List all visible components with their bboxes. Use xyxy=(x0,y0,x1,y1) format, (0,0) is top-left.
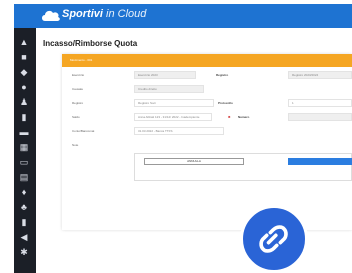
shield-icon[interactable]: ◆ xyxy=(19,67,29,77)
label-protocollo: Protocollo xyxy=(218,101,233,105)
users-icon[interactable]: ♟ xyxy=(19,97,29,107)
panel-header: Movimento - 001 xyxy=(62,54,352,67)
calendar-icon[interactable]: ▦ xyxy=(19,142,29,152)
cancel-button[interactable]: ANNULLA xyxy=(144,158,244,165)
clear-icon[interactable]: ✖ xyxy=(228,115,231,119)
field-esercizio[interactable]: Esercizio 2023 xyxy=(134,71,196,79)
link-icon xyxy=(259,225,288,253)
home-icon[interactable]: ▲ xyxy=(19,37,29,47)
row-esercizio: Esercizio Esercizio 2023 Registro Regist… xyxy=(62,68,352,82)
page-title: Incasso/Rimborse Quota xyxy=(43,39,138,48)
label-causale: Causale xyxy=(72,87,84,91)
bell-icon[interactable]: ♦ xyxy=(19,187,29,197)
select-registro[interactable]: Registro Soci xyxy=(134,99,214,107)
row-saldo: Saldo Anna Abbati 123 - 31/12/ 2022 - In… xyxy=(62,110,352,124)
label-numero: Numero xyxy=(238,115,250,119)
field-numero[interactable] xyxy=(288,113,352,121)
folder-icon[interactable]: ▬ xyxy=(19,127,29,137)
card-icon[interactable]: ▭ xyxy=(19,157,29,167)
brand-name: Sportivi in Cloud xyxy=(62,8,146,20)
row-registro: Registro Registro Soci Protocollo 1 xyxy=(62,96,352,110)
send-icon[interactable]: ◀ xyxy=(19,232,29,242)
label-conto: Conto/Bancomat xyxy=(72,129,95,133)
row-conto: Conto/Bancomat 31.03.2022 - Banca TTFS xyxy=(62,124,352,138)
cloud-logo-icon xyxy=(42,10,60,21)
link-badge[interactable] xyxy=(240,205,308,273)
document-icon[interactable]: ▮ xyxy=(19,217,29,227)
team-icon[interactable]: ♣ xyxy=(19,202,29,212)
row-causale: Causale Credito diretto xyxy=(62,82,352,96)
sidebar: ▲ ■ ◆ ● ♟ ▮ ▬ ▦ ▭ ▤ ♦ ♣ ▮ ◀ ✱ xyxy=(14,28,36,273)
label-esercizio: Esercizio xyxy=(72,73,85,77)
brand-light: in Cloud xyxy=(106,8,147,20)
label-registro-top: Registro xyxy=(216,73,229,77)
label-note: Note xyxy=(72,143,79,147)
save-button[interactable] xyxy=(288,158,352,165)
top-bar: Sportivi in Cloud xyxy=(14,4,352,28)
field-causale[interactable]: Credito diretto xyxy=(134,85,204,93)
chart-icon[interactable]: ▤ xyxy=(19,172,29,182)
row-note: Note xyxy=(62,138,352,152)
settings-icon[interactable]: ✱ xyxy=(19,247,29,257)
label-saldo: Saldo xyxy=(72,115,80,119)
ticket-icon[interactable]: ▮ xyxy=(19,112,29,122)
label-registro: Registro xyxy=(72,101,84,105)
field-saldo[interactable]: Anna Abbati 123 - 31/12/ 2022 - Inadempi… xyxy=(134,113,212,121)
app-window: Sportivi in Cloud ▲ ■ ◆ ● ♟ ▮ ▬ ▦ ▭ ▤ ♦ … xyxy=(0,0,352,273)
field-conto[interactable]: 31.03.2022 - Banca TTFS xyxy=(134,127,224,135)
field-protocollo[interactable]: 1 xyxy=(288,99,352,107)
brand-bold: Sportivi xyxy=(62,8,103,20)
field-registro-top[interactable]: Registro 2023/2024 xyxy=(288,71,352,79)
menu-icon[interactable]: ■ xyxy=(19,52,29,62)
form-panel: Movimento - 001 Esercizio Esercizio 2023… xyxy=(62,54,352,230)
user-icon[interactable]: ● xyxy=(19,82,29,92)
